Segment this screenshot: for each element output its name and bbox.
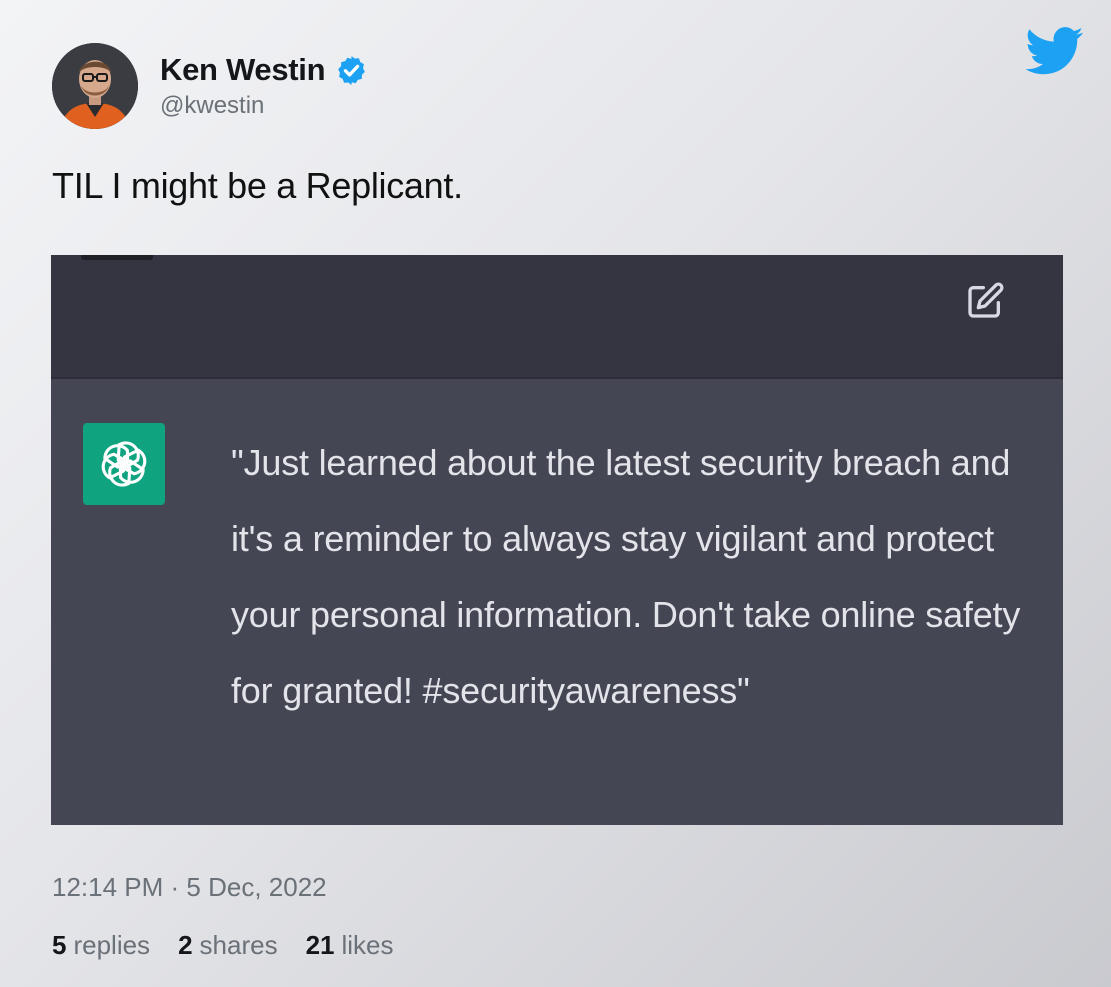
likes-stat[interactable]: 21 likes — [306, 930, 394, 961]
author-name-row: Ken Westin — [160, 52, 368, 88]
likes-count: 21 — [305, 930, 335, 960]
user-handle[interactable]: @kwestin — [160, 92, 264, 120]
embedded-chatgpt-screenshot: "Just learned about the latest security … — [51, 255, 1063, 825]
likes-label: likes — [341, 930, 394, 960]
shares-stat[interactable]: 2 shares — [178, 930, 278, 961]
assistant-message: "Just learned about the latest security … — [231, 442, 1021, 711]
display-name[interactable]: Ken Westin — [160, 52, 326, 88]
edit-icon — [965, 281, 1005, 321]
timestamp-separator: · — [163, 872, 187, 902]
twitter-bird-icon[interactable] — [1026, 26, 1084, 76]
tweet-date: 5 Dec, 2022 — [186, 872, 327, 902]
embed-header-tab — [81, 255, 153, 260]
tweet-text: TIL I might be a Replicant. — [52, 165, 463, 206]
tweet-card: Ken Westin @kwestin TIL I might be a Rep… — [0, 0, 1111, 987]
embed-header-bar — [51, 255, 1063, 379]
avatar-photo — [52, 43, 138, 129]
openai-logo-icon — [83, 423, 165, 505]
tweet-timestamp[interactable]: 12:14 PM · 5 Dec, 2022 — [52, 872, 327, 903]
replies-count: 5 — [52, 930, 67, 960]
avatar[interactable] — [52, 43, 138, 129]
shares-count: 2 — [178, 930, 193, 960]
shares-label: shares — [199, 930, 278, 960]
engagement-stats: 5 replies 2 shares 21 likes — [52, 930, 422, 961]
replies-stat[interactable]: 5 replies — [52, 930, 150, 961]
verified-badge-icon — [335, 54, 368, 87]
tweet-time: 12:14 PM — [52, 872, 164, 902]
replies-label: replies — [73, 930, 151, 960]
